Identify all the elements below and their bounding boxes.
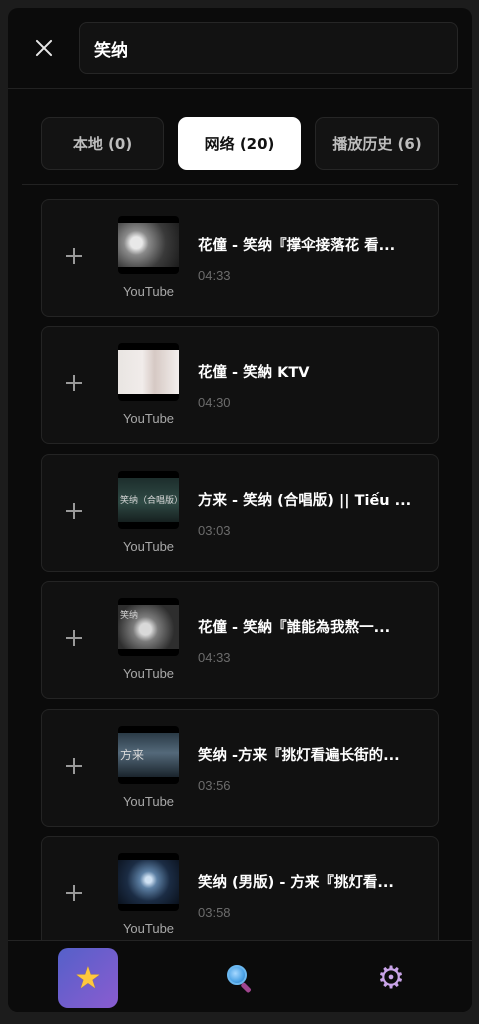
source-tabs: 本地 (0) 网络 (20) 播放历史 (6) (41, 117, 439, 171)
gear-icon: ⚙ (377, 960, 405, 995)
thumbnail: 笑纳（合唱版） (118, 471, 179, 529)
list-item[interactable]: 方来 YouTube 笑纳 -方来『挑灯看遍长街的... 03:56 (41, 709, 439, 827)
tab-history[interactable]: 播放历史 (6) (315, 117, 439, 170)
song-title: 花僮 - 笑納 KTV (198, 365, 310, 381)
thumbnail-text: 方来 (120, 748, 145, 762)
add-icon[interactable] (64, 883, 84, 903)
song-duration: 04:33 (198, 268, 231, 283)
song-title: 花僮 - 笑納『誰能為我熬一... (198, 620, 391, 636)
search-input[interactable] (79, 22, 458, 74)
thumbnail: 方来 (118, 726, 179, 784)
thumbnail (118, 216, 179, 274)
source-label: YouTube (122, 411, 175, 426)
thumbnail: 笑纳 (118, 598, 179, 656)
close-icon[interactable] (30, 34, 58, 62)
divider (22, 184, 458, 185)
nav-settings[interactable]: ⚙ (361, 948, 421, 1008)
tab-network[interactable]: 网络 (20) (178, 117, 301, 170)
source-label: YouTube (122, 539, 175, 554)
add-icon[interactable] (64, 246, 84, 266)
song-duration: 04:33 (198, 650, 231, 665)
results-list[interactable]: YouTube 花僮 - 笑纳『撑伞接落花 看... 04:33 YouTube… (41, 199, 439, 941)
list-item[interactable]: 笑纳（合唱版） YouTube 方来 - 笑纳 (合唱版) || Tiếu ..… (41, 454, 439, 572)
header (8, 8, 472, 89)
thumbnail-text: 笑纳（合唱版） (120, 496, 179, 506)
song-title: 方来 - 笑纳 (合唱版) || Tiếu ... (198, 493, 412, 509)
source-label: YouTube (122, 921, 175, 936)
source-label: YouTube (122, 284, 175, 299)
song-title: 笑纳 (男版) - 方来『挑灯看... (198, 875, 394, 891)
nav-search[interactable] (210, 948, 270, 1008)
song-duration: 03:58 (198, 905, 231, 920)
add-icon[interactable] (64, 373, 84, 393)
song-duration: 03:03 (198, 523, 231, 538)
song-duration: 04:30 (198, 395, 231, 410)
list-item[interactable]: 笑纳 YouTube 花僮 - 笑納『誰能為我熬一... 04:33 (41, 581, 439, 699)
source-label: YouTube (122, 666, 175, 681)
app-window: 本地 (0) 网络 (20) 播放历史 (6) YouTube 花僮 - 笑纳『… (8, 8, 472, 1012)
list-item[interactable]: YouTube 笑纳 (男版) - 方来『挑灯看... 03:58 (41, 836, 439, 941)
add-icon[interactable] (64, 756, 84, 776)
song-title: 笑纳 -方来『挑灯看遍长街的... (198, 748, 400, 764)
song-duration: 03:56 (198, 778, 231, 793)
add-icon[interactable] (64, 628, 84, 648)
thumbnail (118, 853, 179, 911)
add-icon[interactable] (64, 501, 84, 521)
source-label: YouTube (122, 794, 175, 809)
thumbnail (118, 343, 179, 401)
bottom-nav: ★ ⚙ (8, 940, 472, 1012)
nav-favorites[interactable]: ★ (58, 948, 118, 1008)
list-item[interactable]: YouTube 花僮 - 笑納 KTV 04:30 (41, 326, 439, 444)
list-item[interactable]: YouTube 花僮 - 笑纳『撑伞接落花 看... 04:33 (41, 199, 439, 317)
star-icon: ★ (74, 961, 102, 995)
search-icon (225, 963, 255, 994)
thumbnail-text: 笑纳 (120, 611, 139, 621)
tab-local[interactable]: 本地 (0) (41, 117, 164, 170)
song-title: 花僮 - 笑纳『撑伞接落花 看... (198, 238, 396, 254)
